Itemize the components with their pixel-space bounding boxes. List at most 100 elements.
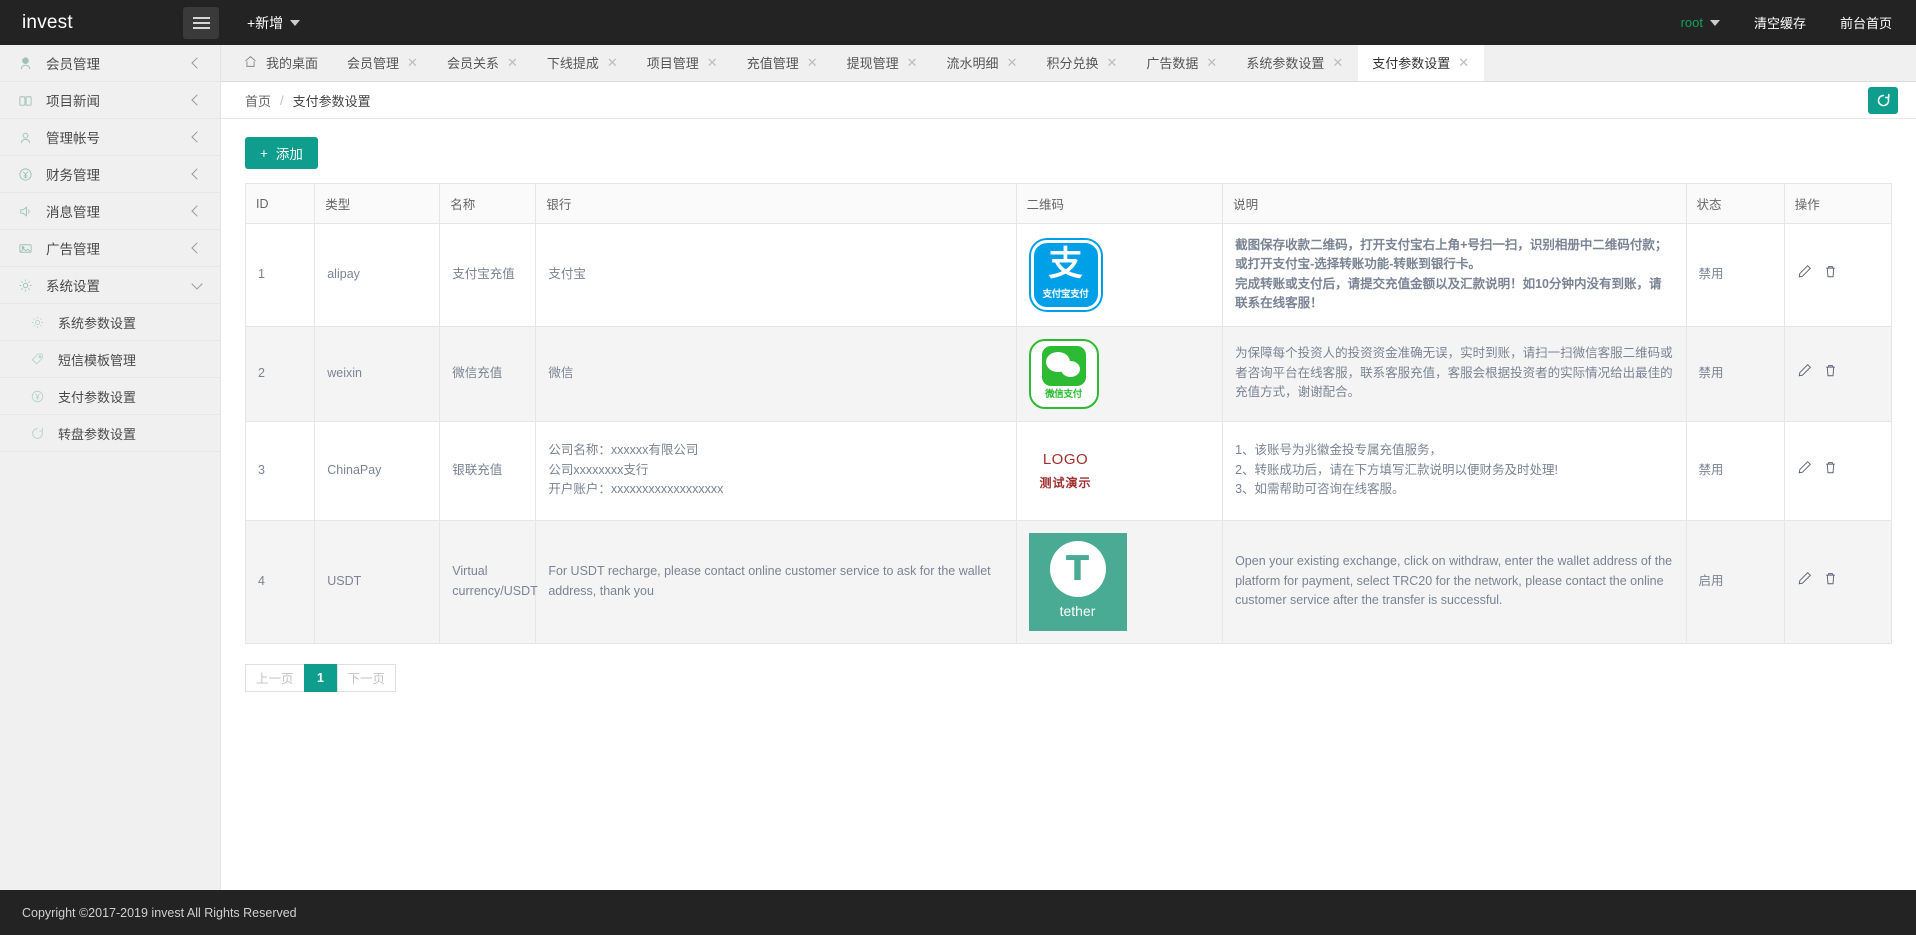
tab-2[interactable]: 会员管理 ✕ [333,45,433,81]
refresh-button[interactable] [1868,86,1898,114]
refresh-icon [1877,93,1889,106]
edit-icon [1798,265,1811,278]
topbar-right-group: root 清空缓存 前台首页 [1681,13,1916,32]
sidebar-item-4[interactable]: 财务管理 [0,156,220,193]
delete-row-button[interactable] [1823,363,1838,384]
tab-close-icon[interactable]: ✕ [907,56,918,69]
tab-close-icon[interactable]: ✕ [1458,56,1469,69]
tab-6[interactable]: 充值管理 ✕ [733,45,833,81]
menu-toggle-button[interactable] [183,6,219,39]
cell-status: 禁用 [1685,223,1785,327]
content-area: 我的桌面 会员管理 ✕ 会员关系 ✕ 下线提成 ✕ 项目管理 ✕ 充值管理 ✕ 提现管理 ✕ 流水明细 ✕ 积… [221,45,1916,935]
clear-cache-link[interactable]: 清空缓存 [1754,13,1806,32]
tab-8[interactable]: 流水明细 ✕ [933,45,1033,81]
edit-row-button[interactable] [1797,264,1812,285]
chevron-down-icon [191,277,203,290]
delete-row-button[interactable] [1823,460,1838,481]
user-circle-icon [20,132,31,143]
cell-actions [1783,519,1893,644]
tab-12[interactable]: 支付参数设置 ✕ [1358,45,1485,81]
tab-close-icon[interactable]: ✕ [1206,56,1217,69]
delete-row-button[interactable] [1823,264,1838,285]
tab-3[interactable]: 会员关系 ✕ [433,45,533,81]
sidebar-item-2[interactable]: 项目新闻 [0,82,220,119]
add-new-menu[interactable]: +新增 [247,13,301,33]
payment-settings-table: ID 类型 名称 银行 二维码 说明 状态 操作 1 alipay 支付宝充值 支付宝支支付宝支付 截… [244,183,1893,644]
chevron-left-icon [191,131,203,143]
tab-close-icon[interactable]: ✕ [407,56,418,69]
sidebar-nav: 会员管理 项目新闻管理帐号财务管理消息管理广告管理 系统设置 系统参数设置 短信模板管理… [0,45,221,935]
chevron-left-icon [191,57,203,69]
sidebar-subitem-label: 支付参数设置 [58,389,137,405]
chevron-left-icon [191,168,203,180]
tab-close-icon[interactable]: ✕ [1332,56,1343,69]
edit-icon [1798,460,1811,474]
user-menu[interactable]: root [1681,15,1720,30]
pagination-prev[interactable]: 上一页 [245,663,305,692]
sidebar-item-3[interactable]: 管理帐号 [0,119,220,156]
cell-description: 截图保存收款二维码，打开支付宝右上角+号扫一扫，识别相册中二维码付款；或打开支付… [1222,223,1687,327]
tab-label: 项目管理 [646,56,699,71]
alipay-logo-icon: 支支付宝支付 [1028,237,1103,312]
sidebar-icon-wrap [18,167,40,182]
sidebar-item-7[interactable]: 系统设置 [0,267,220,304]
cell-type: USDT [314,519,441,644]
sidebar-subitem-1[interactable]: 系统参数设置 [0,304,220,341]
sidebar-item-label: 管理帐号 [46,131,100,146]
tab-10[interactable]: 广告数据 ✕ [1132,45,1232,81]
edit-row-button[interactable] [1797,460,1812,481]
wechat-logo-icon: 微信支付 [1028,338,1211,409]
sidebar-item-1[interactable]: 会员管理 [0,45,220,82]
cell-bank: For USDT recharge, please contact online… [535,519,1017,644]
tab-close-icon[interactable]: ✕ [1106,56,1117,69]
tab-4[interactable]: 下线提成 ✕ [533,45,633,81]
tab-9[interactable]: 积分兑换 ✕ [1032,45,1132,81]
cell-description: 1、该账号为兆徽金投专属充值服务， 2、转账成功后，请在下方填写汇款说明以便财务… [1222,420,1687,521]
tab-close-icon[interactable]: ✕ [1007,56,1018,69]
sidebar-subitem-2[interactable]: 短信模板管理 [0,341,220,378]
table-header-row: ID 类型 名称 银行 二维码 说明 状态 操作 [244,183,1893,224]
sidebar-subitem-3[interactable]: 支付参数设置 [0,378,220,415]
tab-label: 支付参数设置 [1372,56,1451,71]
tab-label: 系统参数设置 [1246,56,1325,71]
tab-label: 提现管理 [846,56,899,71]
table-header-3: 名称 [439,183,537,224]
sidebar-icon-wrap [18,93,40,108]
sidebar-subitem-4[interactable]: 转盘参数设置 [0,415,220,452]
tab-7[interactable]: 提现管理 ✕ [833,45,933,81]
edit-row-button[interactable] [1797,571,1812,592]
sidebar-item-5[interactable]: 消息管理 [0,193,220,230]
chevron-down-icon [290,19,301,26]
edit-row-button[interactable] [1797,363,1812,384]
delete-row-button[interactable] [1823,571,1838,592]
tab-label: 广告数据 [1146,56,1199,71]
sidebar-icon-wrap [18,241,40,256]
tab-11[interactable]: 系统参数设置 ✕ [1232,45,1358,81]
hamburger-icon [192,26,210,29]
front-page-link[interactable]: 前台首页 [1840,13,1892,32]
gear-icon [19,279,32,291]
tab-close-icon[interactable]: ✕ [807,56,818,69]
sidebar-subitem-label: 转盘参数设置 [58,426,137,442]
sidebar-item-label: 消息管理 [46,205,100,220]
tab-1[interactable]: 我的桌面 [229,45,333,81]
cell-id: 1 [244,223,316,327]
brand-logo[interactable]: invest [0,12,180,34]
tab-label: 积分兑换 [1046,56,1099,71]
pagination-next[interactable]: 下一页 [336,663,397,692]
sidebar-item-6[interactable]: 广告管理 [0,230,220,267]
tab-close-icon[interactable]: ✕ [707,56,718,69]
pagination-page-1[interactable]: 1 [303,663,338,692]
chevron-left-icon [191,242,203,254]
hamburger-icon [192,16,210,19]
cell-description: Open your existing exchange, click on wi… [1222,519,1687,644]
sidebar-icon-wrap [18,56,40,71]
cell-description: 为保障每个投资人的投资资金准确无误，实时到账，请扫一扫微信客服二维码或者咨询平台… [1222,325,1687,422]
sidebar-icon-wrap [18,204,40,219]
tab-close-icon[interactable]: ✕ [507,56,518,69]
tab-5[interactable]: 项目管理 ✕ [633,45,733,81]
cell-bank: 公司名称：xxxxxx有限公司 公司xxxxxxxx支行 开户账户：xxxxxx… [535,420,1017,521]
add-button[interactable]: + 添加 [245,137,318,169]
breadcrumb-home[interactable]: 首页 [245,91,271,110]
tab-close-icon[interactable]: ✕ [607,56,618,69]
